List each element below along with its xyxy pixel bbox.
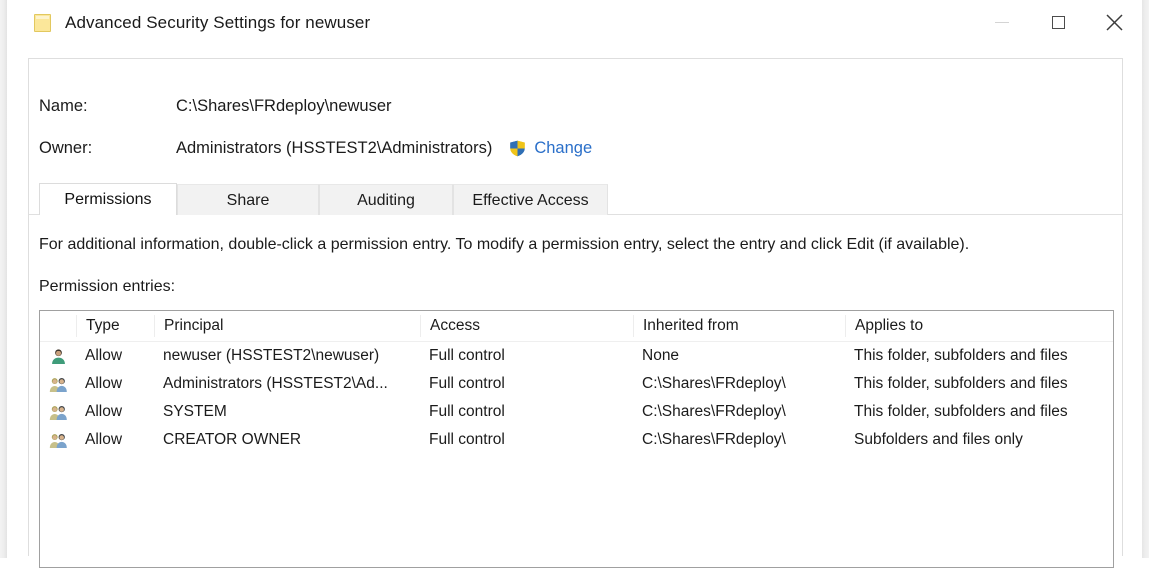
owner-row: Owner: Administrators (HSSTEST2\Administ… — [29, 127, 1122, 169]
tab-effective-access[interactable]: Effective Access — [453, 184, 608, 215]
cell-inherited-from: None — [642, 347, 680, 364]
cell-inherited-from: C:\Shares\FRdeploy\ — [642, 431, 786, 448]
object-info-section: Name: C:\Shares\FRdeploy\newuser Owner: … — [29, 59, 1122, 169]
column-header-icon — [40, 315, 76, 337]
cell-access: Full control — [429, 347, 505, 364]
instruction-text: For additional information, double-click… — [39, 236, 970, 253]
cell-principal: SYSTEM — [163, 403, 227, 420]
window-title: Advanced Security Settings for newuser — [65, 12, 371, 32]
cell-principal: CREATOR OWNER — [163, 431, 302, 448]
tab-auditing[interactable]: Auditing — [319, 184, 453, 215]
cell-inherited-from: C:\Shares\FRdeploy\ — [642, 375, 786, 392]
window-left-edge — [0, 0, 7, 558]
maximize-icon — [1051, 16, 1065, 29]
column-header-applies-to[interactable]: Applies to — [845, 315, 1113, 337]
minimize-button[interactable] — [974, 0, 1030, 45]
cell-principal: Administrators (HSSTEST2\Ad... — [163, 375, 388, 392]
cell-applies-to: This folder, subfolders and files — [854, 403, 1068, 420]
close-button[interactable] — [1086, 0, 1142, 45]
cell-type: Allow — [85, 347, 123, 364]
permission-entries-label: Permission entries: — [39, 278, 176, 295]
permission-entries-list[interactable]: Type Principal Access Inherited from App… — [39, 310, 1114, 568]
name-row: Name: C:\Shares\FRdeploy\newuser — [29, 85, 1122, 127]
table-header-row: Type Principal Access Inherited from App… — [40, 311, 1113, 342]
tab-share[interactable]: Share — [177, 184, 319, 215]
advanced-security-settings-window: Advanced Security Settings for newuser N… — [0, 0, 1149, 568]
group-icon — [40, 402, 76, 422]
column-header-principal[interactable]: Principal — [154, 315, 420, 337]
uac-shield-icon — [508, 138, 527, 158]
owner-value: Administrators (HSSTEST2\Administrators) — [176, 138, 493, 157]
table-row[interactable]: Allow SYSTEM Full control C:\Shares\FRde… — [40, 398, 1113, 426]
maximize-button[interactable] — [1030, 0, 1086, 45]
table-row[interactable]: Allow Administrators (HSSTEST2\Ad... Ful… — [40, 370, 1113, 398]
name-value: C:\Shares\FRdeploy\newuser — [176, 96, 392, 115]
name-label: Name: — [39, 96, 88, 115]
cell-access: Full control — [429, 431, 505, 448]
cell-applies-to: Subfolders and files only — [854, 431, 1023, 448]
window-controls — [974, 0, 1142, 45]
cell-access: Full control — [429, 403, 505, 420]
window-right-edge — [1142, 0, 1149, 558]
cell-applies-to: This folder, subfolders and files — [854, 347, 1068, 364]
table-row[interactable]: Allow CREATOR OWNER Full control C:\Shar… — [40, 426, 1113, 454]
close-icon — [1105, 14, 1123, 31]
user-icon — [40, 346, 76, 366]
column-header-type[interactable]: Type — [76, 315, 154, 337]
column-header-access[interactable]: Access — [420, 315, 633, 337]
cell-type: Allow — [85, 375, 123, 392]
cell-type: Allow — [85, 431, 123, 448]
cell-principal: newuser (HSSTEST2\newuser) — [163, 347, 380, 364]
folder-icon — [32, 12, 54, 34]
cell-inherited-from: C:\Shares\FRdeploy\ — [642, 403, 786, 420]
tab-strip: Permissions Share Auditing Effective Acc… — [29, 183, 1122, 215]
title-bar: Advanced Security Settings for newuser — [7, 0, 1142, 45]
table-row[interactable]: Allow newuser (HSSTEST2\newuser) Full co… — [40, 342, 1113, 370]
tab-permissions[interactable]: Permissions — [39, 183, 177, 215]
column-header-inherited-from[interactable]: Inherited from — [633, 315, 845, 337]
group-icon — [40, 374, 76, 394]
minimize-icon — [995, 22, 1009, 23]
group-icon — [40, 430, 76, 450]
cell-applies-to: This folder, subfolders and files — [854, 375, 1068, 392]
owner-label: Owner: — [39, 138, 93, 157]
change-owner-link[interactable]: Change — [534, 139, 592, 158]
cell-type: Allow — [85, 403, 123, 420]
cell-access: Full control — [429, 375, 505, 392]
dialog-content-panel: Name: C:\Shares\FRdeploy\newuser Owner: … — [28, 58, 1123, 568]
